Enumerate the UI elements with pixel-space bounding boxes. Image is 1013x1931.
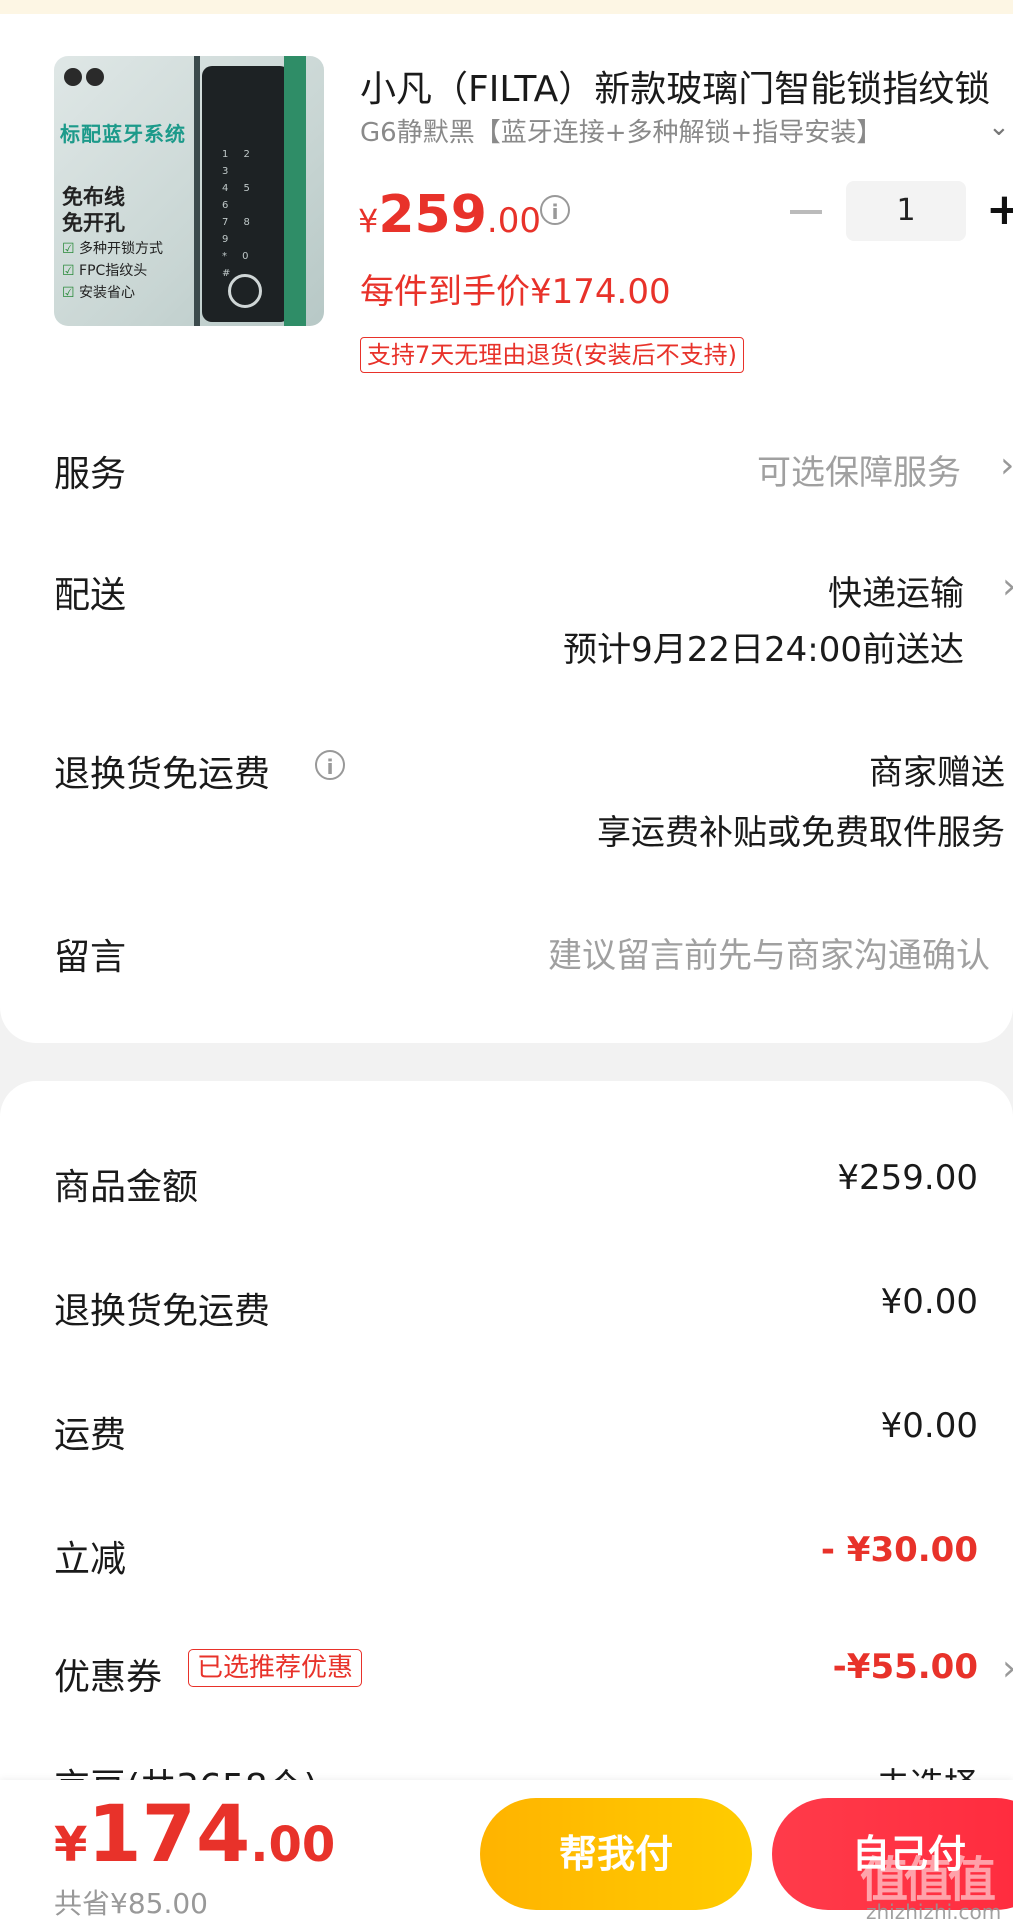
help-pay-button[interactable]: 帮我付	[480, 1798, 752, 1910]
fingerprint-icon	[228, 274, 262, 308]
chevron-down-icon[interactable]: ⌄	[988, 112, 1010, 142]
return-shipping-value: 商家赠送	[869, 753, 1005, 793]
delivery-method[interactable]: 快递运输	[828, 566, 964, 615]
instant-discount-value: - ¥30.00	[820, 1530, 978, 1570]
info-icon[interactable]: i	[540, 195, 570, 225]
message-input[interactable]: 建议留言前先与商家沟通确认	[548, 928, 990, 977]
product-title[interactable]: 小凡（FILTA）新款玻璃门智能锁指纹锁	[360, 60, 1010, 112]
thumb-tagline: 标配蓝牙系统	[60, 122, 186, 146]
total-price: ¥174.00	[54, 1790, 336, 1880]
chevron-right-icon[interactable]: ›	[1000, 445, 1013, 486]
shipping-label: 运费	[54, 1415, 127, 1456]
minus-icon[interactable]	[790, 210, 822, 214]
chevron-right-icon[interactable]: ›	[1002, 566, 1013, 607]
service-value[interactable]: 可选保障服务	[757, 445, 961, 494]
return-fee-value: ¥0.00	[880, 1282, 978, 1322]
return-policy-badge: 支持7天无理由退货(安装后不支持)	[360, 337, 744, 373]
glass-edge	[194, 56, 200, 326]
coupon-badge[interactable]: 已选推荐优惠	[188, 1649, 363, 1687]
goods-amount-label: 商品金额	[54, 1167, 199, 1208]
per-item-price: 每件到手价¥174.00	[360, 272, 671, 312]
coupon-value[interactable]: -¥55.00	[833, 1647, 978, 1687]
door-frame	[284, 56, 306, 326]
coupon-label: 优惠券	[54, 1657, 163, 1698]
product-variant[interactable]: G6静默黑【蓝牙连接+多种解锁+指导安装】	[360, 112, 960, 149]
product-thumbnail[interactable]: 标配蓝牙系统 免布线 免开孔 ☑ 多种开锁方式 ☑ FPC指纹头 ☑ 安装省心 …	[54, 56, 324, 326]
plus-icon[interactable]: +	[986, 180, 1013, 240]
quantity-input[interactable]: 1	[846, 181, 966, 241]
delivery-eta: 预计9月22日24:00前送达	[563, 630, 964, 670]
lock-keypad: 1 2 3 4 5 6 7 8 9 * 0 #	[222, 149, 256, 279]
saved-amount: 共省¥85.00	[54, 1887, 208, 1920]
return-fee-label: 退换货免运费	[54, 1291, 271, 1332]
chevron-right-icon[interactable]: ›	[1002, 1648, 1013, 1689]
instant-discount-label: 立减	[54, 1539, 127, 1580]
delivery-label: 配送	[54, 575, 127, 616]
message-label: 留言	[54, 937, 127, 978]
brand-logo-icon	[64, 68, 122, 90]
return-shipping-label: 退换货免运费	[54, 754, 271, 795]
thumb-features: ☑ 多种开锁方式 ☑ FPC指纹头 ☑ 安装省心	[62, 241, 164, 301]
service-label: 服务	[54, 454, 127, 495]
info-icon[interactable]: i	[315, 750, 345, 780]
shipping-value: ¥0.00	[880, 1406, 978, 1446]
goods-amount-value: ¥259.00	[837, 1158, 978, 1198]
thumb-headline: 免布线 免开孔	[62, 185, 125, 235]
watermark-url: zhizhizhi.com	[866, 1900, 1002, 1924]
return-shipping-sub: 享运费补贴或免费取件服务	[597, 813, 1005, 853]
product-price: ¥259.00	[358, 185, 541, 245]
top-strip	[0, 0, 1013, 14]
